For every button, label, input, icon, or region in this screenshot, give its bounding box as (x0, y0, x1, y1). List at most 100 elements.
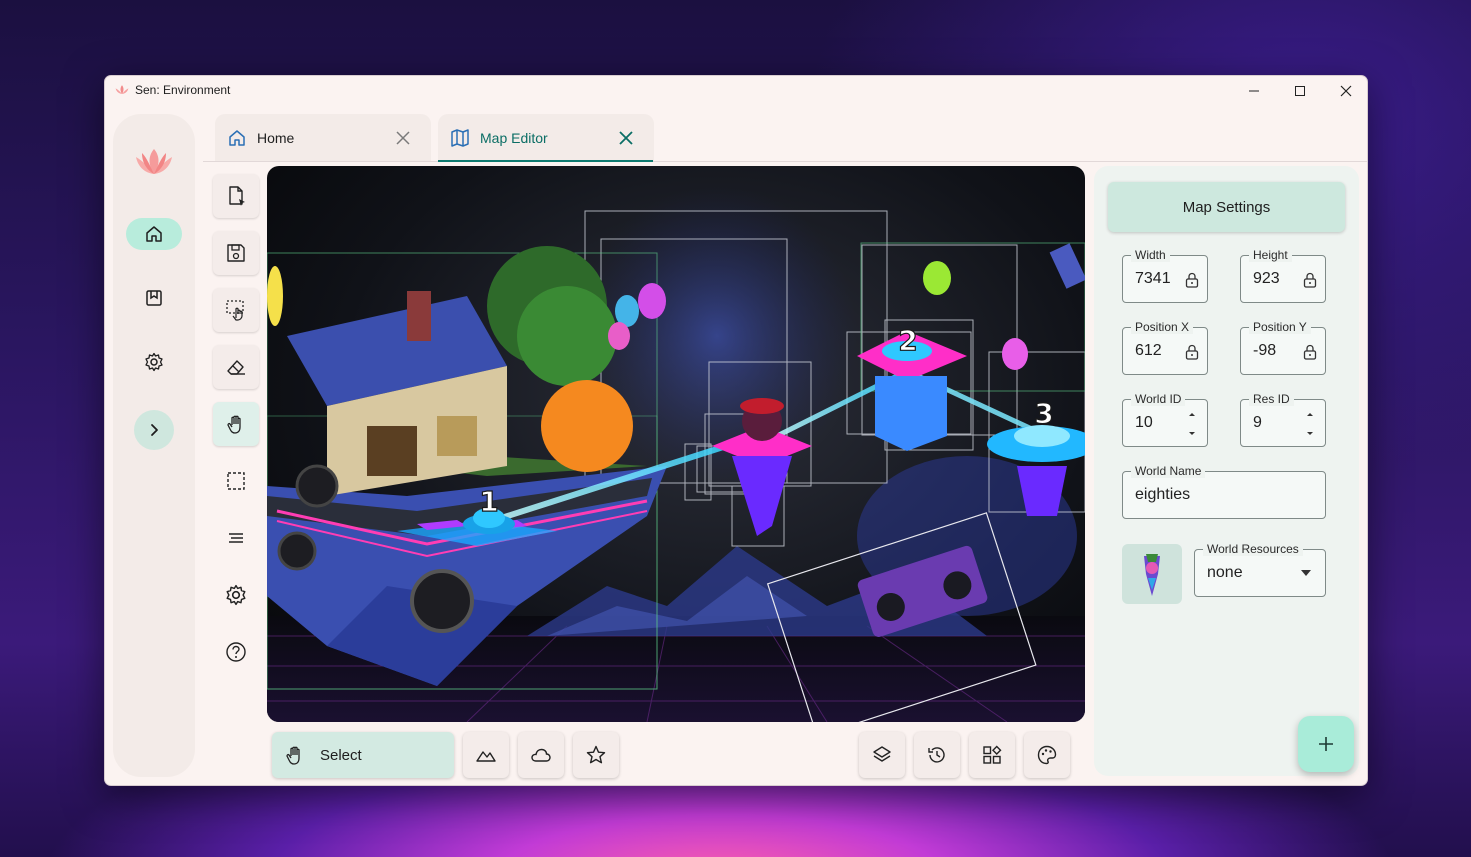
tab-home-label: Home (257, 130, 295, 146)
grid-button[interactable] (969, 732, 1015, 778)
gear-icon (145, 352, 163, 372)
favorite-button[interactable] (573, 732, 619, 778)
world-thumbnail-image (1144, 554, 1160, 596)
world-resources-label: World Resources (1203, 542, 1303, 556)
position-y-value: -98 (1253, 342, 1277, 359)
hand-tool-button[interactable] (213, 402, 259, 446)
lock-icon[interactable] (1185, 272, 1199, 288)
add-button[interactable] (1298, 716, 1354, 772)
rail-expand-button[interactable] (134, 410, 174, 450)
select-tool-button[interactable]: Select (272, 732, 454, 778)
map-settings-button[interactable]: Map Settings (1108, 182, 1345, 232)
height-label: Height (1249, 248, 1292, 262)
window-title: Sen: Environment (135, 83, 231, 97)
minimize-icon (1249, 90, 1259, 92)
position-x-field[interactable]: Position X 612 (1122, 320, 1208, 375)
maximize-button[interactable] (1277, 76, 1323, 106)
tab-divider (203, 161, 1367, 162)
res-id-label: Res ID (1249, 392, 1294, 406)
level-3-label: 3 (1034, 397, 1053, 430)
rail-home-button[interactable] (126, 218, 182, 250)
close-icon[interactable] (616, 128, 636, 148)
map-icon (451, 129, 469, 147)
active-tab-indicator (438, 160, 653, 162)
mountain-icon (476, 751, 496, 762)
plus-icon (1319, 737, 1333, 751)
maximize-icon (1295, 86, 1305, 96)
rail-bookmark-button[interactable] (126, 282, 182, 314)
title-bar: Sen: Environment (105, 76, 1367, 106)
spinner-arrows-icon[interactable] (1187, 409, 1197, 439)
help-icon (226, 642, 246, 662)
select-area-icon (226, 300, 244, 321)
world-resources-dropdown[interactable]: World Resources none (1194, 542, 1326, 597)
tool-settings-button[interactable] (213, 573, 259, 617)
cloud-icon (531, 748, 551, 762)
world-resource-thumbnail (1122, 544, 1182, 604)
history-button[interactable] (914, 732, 960, 778)
open-file-button[interactable] (213, 174, 259, 218)
lock-icon[interactable] (1303, 272, 1317, 288)
res-id-value: 9 (1253, 414, 1262, 431)
grid-icon (983, 745, 1002, 764)
star-icon (586, 745, 606, 764)
map-scene: 1 2 3 (267, 186, 1085, 722)
spinner-arrows-icon[interactable] (1305, 409, 1315, 439)
select-area-button[interactable] (213, 288, 259, 332)
position-x-label: Position X (1131, 320, 1194, 334)
home-icon (229, 130, 245, 146)
world-name-value: eighties (1135, 486, 1191, 503)
align-text-button[interactable] (213, 516, 259, 560)
eraser-icon (227, 360, 245, 375)
hand-icon (227, 415, 241, 434)
align-text-icon (229, 533, 243, 543)
layers-icon (873, 746, 891, 762)
world-id-value: 10 (1135, 414, 1153, 431)
height-field[interactable]: Height 923 (1240, 248, 1326, 303)
open-file-icon (229, 186, 245, 206)
rectangle-select-button[interactable] (213, 459, 259, 503)
world-resources-value: none (1207, 564, 1243, 581)
navigation-rail (113, 114, 195, 777)
world-id-label: World ID (1131, 392, 1186, 406)
height-value: 923 (1253, 270, 1280, 287)
bookmark-icon (146, 290, 162, 306)
lock-icon[interactable] (1303, 344, 1317, 360)
cloud-button[interactable] (518, 732, 564, 778)
width-value: 7341 (1135, 270, 1171, 287)
res-id-field[interactable]: Res ID 9 (1240, 392, 1326, 447)
lotus-icon (115, 85, 129, 94)
dropdown-arrow-icon (1301, 570, 1311, 576)
layers-button[interactable] (859, 732, 905, 778)
position-y-field[interactable]: Position Y -98 (1240, 320, 1326, 375)
rail-settings-button[interactable] (126, 346, 182, 378)
rectangle-select-icon (227, 472, 245, 490)
save-button[interactable] (213, 231, 259, 275)
tab-home[interactable]: Home (215, 114, 431, 162)
position-y-label: Position Y (1249, 320, 1311, 334)
help-button[interactable] (213, 630, 259, 674)
app-window: Sen: Environment Home Map Editor 1 2 3 S… (104, 75, 1368, 786)
chevron-right-icon (151, 424, 158, 436)
level-2-label: 2 (898, 324, 917, 357)
save-icon (227, 244, 245, 262)
map-canvas[interactable]: 1 2 3 (267, 166, 1085, 722)
map-settings-panel: Map Settings Width 7341 Height 923 Posit… (1094, 166, 1359, 776)
position-x-value: 612 (1135, 342, 1162, 359)
hand-icon (286, 746, 300, 765)
close-icon[interactable] (393, 128, 413, 148)
history-icon (928, 747, 945, 763)
close-icon (1340, 85, 1352, 97)
world-id-field[interactable]: World ID 10 (1122, 392, 1208, 447)
lock-icon[interactable] (1185, 344, 1199, 360)
close-window-button[interactable] (1323, 76, 1367, 106)
home-icon (146, 226, 162, 242)
width-field[interactable]: Width 7341 (1122, 248, 1208, 303)
minimize-button[interactable] (1231, 76, 1277, 106)
terrain-button[interactable] (463, 732, 509, 778)
settings-icon (226, 584, 246, 606)
world-name-field[interactable]: World Name eighties (1122, 464, 1326, 519)
palette-button[interactable] (1024, 732, 1070, 778)
eraser-button[interactable] (213, 345, 259, 389)
tab-map-editor[interactable]: Map Editor (438, 114, 654, 162)
